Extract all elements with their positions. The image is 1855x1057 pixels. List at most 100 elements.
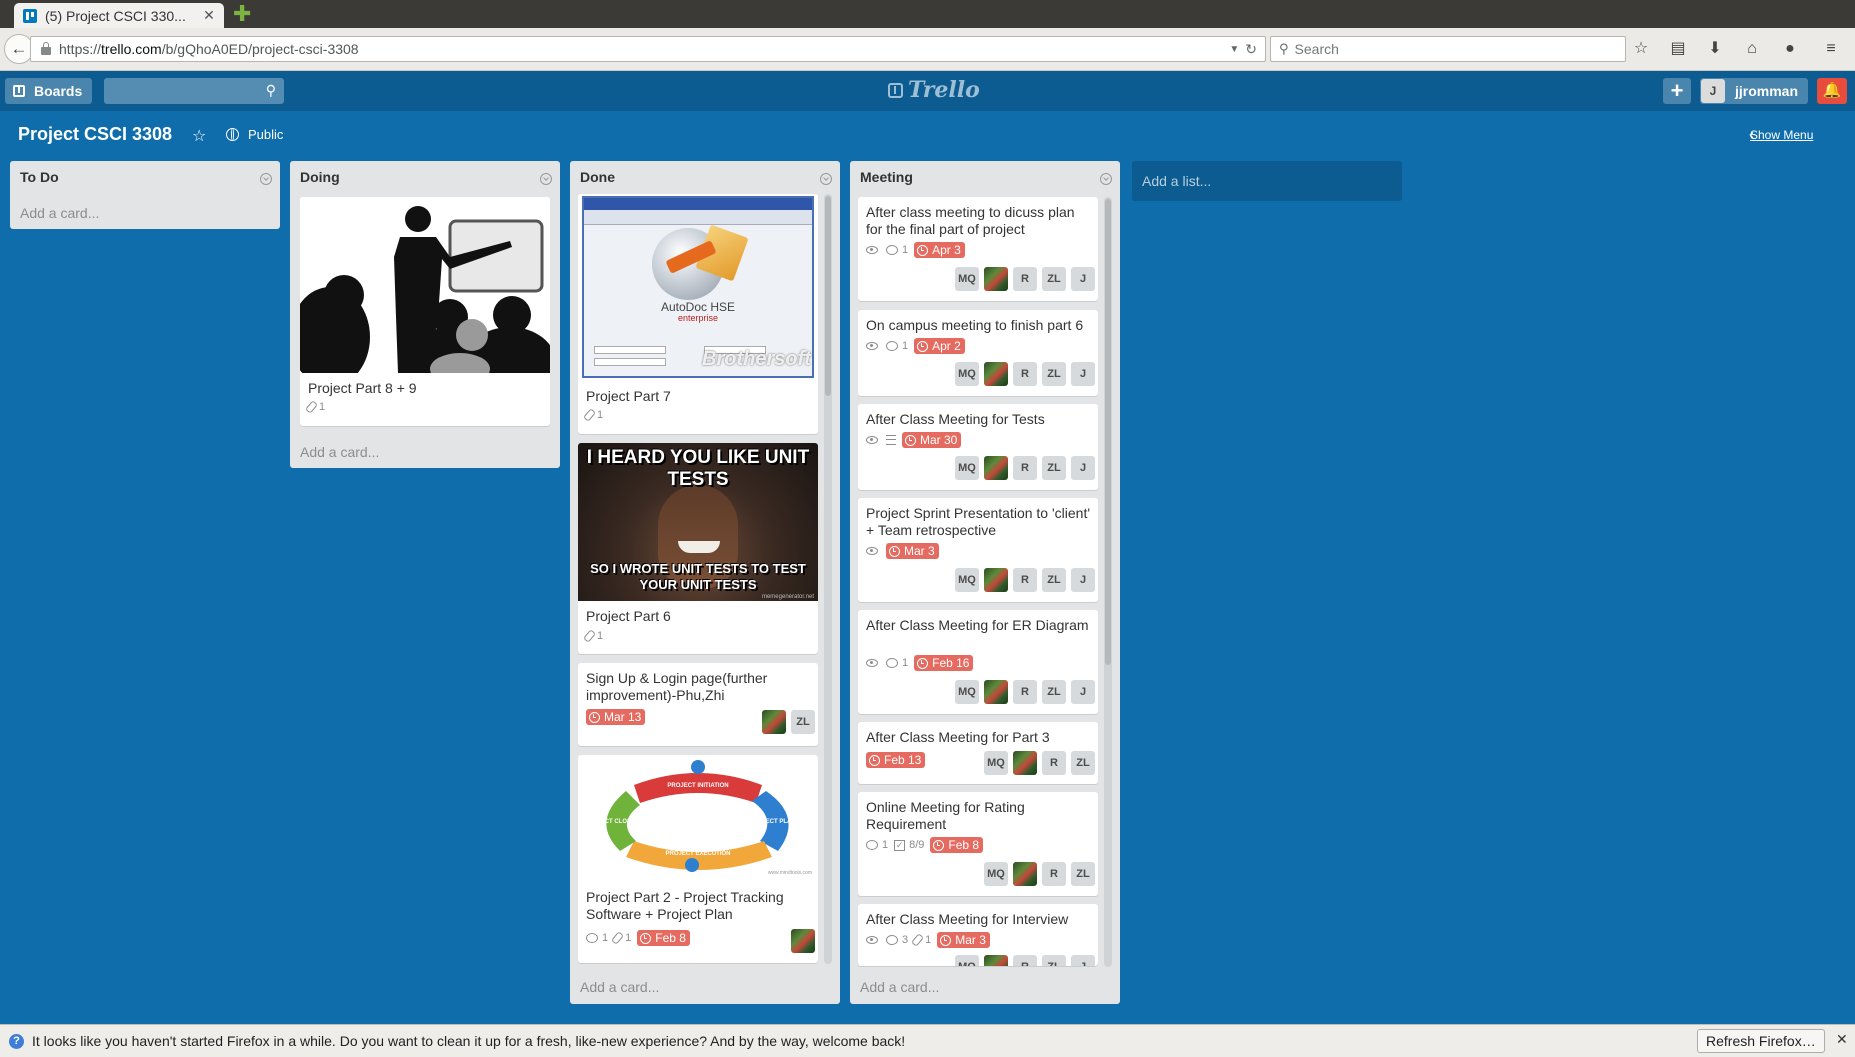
visibility-button[interactable]: Public — [226, 127, 283, 142]
star-icon[interactable]: ☆ — [192, 126, 206, 146]
tab-close-icon[interactable]: ✕ — [200, 7, 218, 24]
member-avatar[interactable]: MQ — [984, 862, 1008, 886]
reload-icon[interactable]: ↻ — [1245, 41, 1257, 58]
list-scrollbar[interactable] — [824, 194, 832, 964]
member-avatar[interactable] — [984, 456, 1008, 480]
scrollbar-thumb[interactable] — [1105, 199, 1111, 665]
member-avatar[interactable]: R — [1042, 751, 1066, 775]
avatar: J — [1701, 79, 1725, 103]
member-avatar[interactable]: R — [1013, 680, 1037, 704]
card-meeting-sprint-presentation[interactable]: Project Sprint Presentation to 'client' … — [858, 498, 1098, 602]
browser-search-input[interactable]: ⚲ Search — [1270, 36, 1626, 62]
member-avatar[interactable] — [791, 929, 815, 953]
list-scrollbar[interactable] — [1104, 197, 1112, 967]
member-avatar[interactable] — [984, 362, 1008, 386]
member-avatar[interactable]: ZL — [1071, 862, 1095, 886]
member-avatar[interactable]: ZL — [1042, 456, 1066, 480]
url-text[interactable]: https://trello.com/b/gQhoA0ED/project-cs… — [55, 41, 1229, 57]
member-avatar[interactable] — [984, 267, 1008, 291]
card-meeting-part-3[interactable]: After Class Meeting for Part 3 Feb 13 MQ… — [858, 722, 1098, 784]
member-avatar[interactable]: MQ — [955, 362, 979, 386]
bookmark-star-icon[interactable]: ☆ — [1630, 38, 1652, 60]
card-meeting-tests[interactable]: After Class Meeting for Tests Mar 30 MQ … — [858, 404, 1098, 490]
list-title[interactable]: Doing — [300, 169, 340, 185]
download-icon[interactable]: ⬇ — [1704, 38, 1726, 60]
card-project-part-2[interactable]: PROJECT INITIATION PROJECT PLANNING PROJ… — [578, 755, 818, 963]
member-avatar[interactable]: MQ — [955, 955, 979, 966]
add-card-link[interactable]: Add a card... — [300, 444, 379, 460]
member-avatar[interactable]: MQ — [955, 680, 979, 704]
member-avatar[interactable]: J — [1071, 456, 1095, 480]
member-avatar[interactable]: ZL — [1042, 267, 1066, 291]
reading-list-icon[interactable]: ▤ — [1667, 38, 1689, 60]
list-title[interactable]: Meeting — [860, 169, 913, 185]
member-avatar[interactable] — [1013, 751, 1037, 775]
boards-button[interactable]: Boards — [5, 78, 93, 104]
list-menu-icon[interactable] — [820, 173, 832, 185]
card-meeting-er-diagram[interactable]: After Class Meeting for ER Diagram 1 Feb… — [858, 610, 1098, 714]
member-avatar[interactable] — [762, 710, 786, 734]
card-project-part-8-9[interactable]: Project Part 8 + 9 1 — [300, 197, 550, 426]
card-meeting-rating-requirement[interactable]: Online Meeting for Rating Requirement 1 … — [858, 792, 1098, 896]
member-avatar[interactable]: R — [1042, 862, 1066, 886]
add-list-button[interactable]: Add a list... — [1132, 161, 1402, 201]
card-project-part-6[interactable]: I HEARD YOU LIKE UNIT TESTS SO I WROTE U… — [578, 443, 818, 654]
member-avatar[interactable]: R — [1013, 456, 1037, 480]
list-menu-icon[interactable] — [1100, 173, 1112, 185]
member-avatar[interactable]: MQ — [955, 456, 979, 480]
member-avatar[interactable] — [1013, 862, 1037, 886]
member-avatar[interactable]: J — [1071, 362, 1095, 386]
member-avatar[interactable]: R — [1013, 267, 1037, 291]
chat-icon[interactable]: ● — [1779, 38, 1801, 60]
member-avatar[interactable]: R — [1013, 362, 1037, 386]
member-avatar[interactable] — [984, 568, 1008, 592]
member-avatar[interactable]: J — [1071, 267, 1095, 291]
home-icon[interactable]: ⌂ — [1741, 38, 1763, 60]
member-avatar[interactable] — [984, 680, 1008, 704]
member-avatar[interactable]: J — [1071, 568, 1095, 592]
member-avatar[interactable]: MQ — [955, 568, 979, 592]
member-avatar[interactable]: ZL — [1042, 362, 1066, 386]
refresh-firefox-button[interactable]: Refresh Firefox… — [1697, 1029, 1825, 1053]
hamburger-menu-icon[interactable]: ≡ — [1820, 38, 1842, 60]
due-date-badge: Mar 3 — [886, 543, 939, 559]
member-avatar[interactable]: ZL — [1071, 751, 1095, 775]
card-meeting-part-6[interactable]: On campus meeting to finish part 6 1 Apr… — [858, 310, 1098, 396]
member-avatar[interactable]: ZL — [1042, 680, 1066, 704]
list-menu-icon[interactable] — [540, 173, 552, 185]
member-avatar[interactable]: R — [1013, 568, 1037, 592]
list-title[interactable]: To Do — [20, 169, 59, 185]
header-search-input[interactable]: ⚲ — [104, 78, 284, 104]
list-menu-icon[interactable] — [260, 173, 272, 185]
board-title[interactable]: Project CSCI 3308 — [18, 124, 172, 145]
member-avatar[interactable]: ZL — [791, 710, 815, 734]
show-menu-link[interactable]: Show Menu — [1750, 128, 1813, 142]
add-card-link[interactable]: Add a card... — [580, 979, 659, 995]
card-meeting-interview[interactable]: After Class Meeting for Interview 3 1 Ma… — [858, 904, 1098, 966]
member-avatar[interactable]: MQ — [955, 267, 979, 291]
member-avatar[interactable] — [984, 955, 1008, 966]
url-bar[interactable]: https://trello.com/b/gQhoA0ED/project-cs… — [30, 36, 1266, 62]
card-project-part-7[interactable]: AutoDoc HSE enterprise Brothersoft Proje… — [578, 194, 818, 434]
url-dropdown-icon[interactable]: ▼ — [1229, 44, 1239, 55]
trello-logo[interactable]: Trello — [888, 77, 980, 103]
browser-tab[interactable]: (5) Project CSCI 330... ✕ — [14, 3, 224, 28]
member-avatar[interactable]: J — [1071, 955, 1095, 966]
member-avatar[interactable]: J — [1071, 680, 1095, 704]
notifications-bell-icon[interactable]: 🔔 — [1817, 78, 1847, 104]
list-title[interactable]: Done — [580, 169, 615, 185]
member-avatar[interactable]: MQ — [984, 751, 1008, 775]
new-tab-icon[interactable]: ✚ — [233, 3, 251, 25]
member-menu-button[interactable]: J jjromman — [1700, 78, 1809, 104]
member-avatar[interactable]: ZL — [1042, 568, 1066, 592]
add-button[interactable]: + — [1663, 78, 1691, 104]
card-badges: Feb 13 — [866, 752, 931, 768]
add-card-link[interactable]: Add a card... — [20, 205, 99, 221]
card-sign-up-login-page[interactable]: Sign Up & Login page(further improvement… — [578, 663, 818, 746]
scrollbar-thumb[interactable] — [825, 196, 831, 396]
card-meeting-final-plan[interactable]: After class meeting to dicuss plan for t… — [858, 197, 1098, 301]
member-avatar[interactable]: R — [1013, 955, 1037, 966]
add-card-link[interactable]: Add a card... — [860, 979, 939, 995]
member-avatar[interactable]: ZL — [1042, 955, 1066, 966]
close-icon[interactable]: ✕ — [1836, 1031, 1848, 1048]
